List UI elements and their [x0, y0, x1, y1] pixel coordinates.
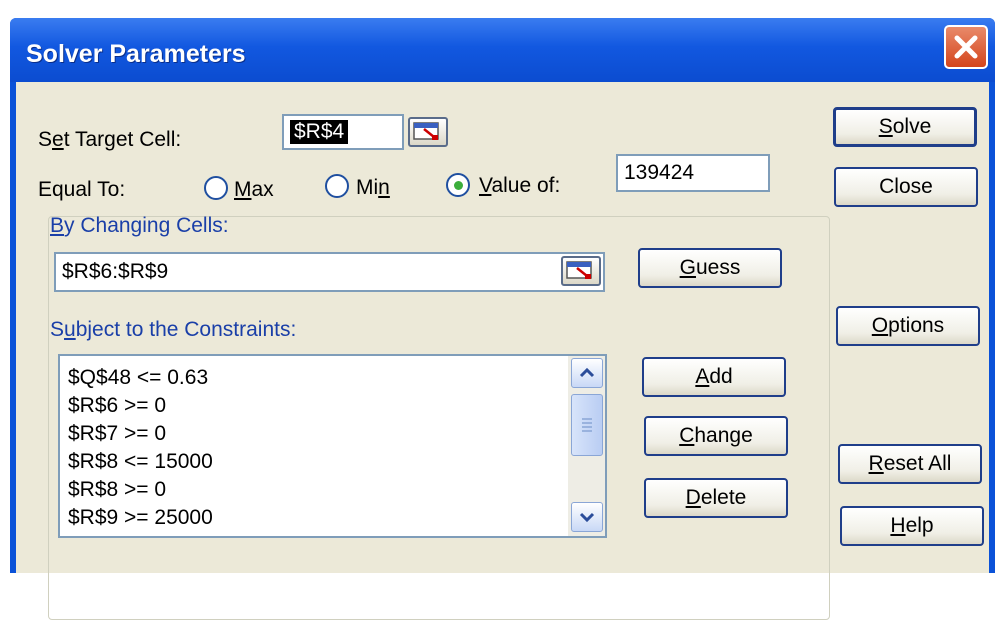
list-item[interactable]: $Q$48 <= 0.63 — [68, 366, 208, 390]
range-select-icon — [413, 122, 439, 140]
list-item[interactable]: $R$8 <= 15000 — [68, 450, 213, 474]
min-radio[interactable] — [325, 174, 349, 198]
list-item[interactable]: $R$8 >= 0 — [68, 478, 166, 502]
delete-button[interactable]: Delete — [644, 478, 788, 518]
by-changing-cells-label: By Changing Cells: — [50, 214, 229, 237]
max-radio[interactable] — [204, 176, 228, 200]
value-of-input[interactable]: 139424 — [616, 154, 770, 192]
set-target-cell-label: Set Target Cell: — [38, 128, 182, 151]
chevron-up-icon — [579, 367, 595, 378]
scroll-down-button[interactable] — [571, 502, 603, 532]
equal-to-label: Equal To: — [38, 178, 126, 201]
list-item[interactable]: $R$9 >= 25000 — [68, 506, 213, 530]
help-button[interactable]: Help — [840, 506, 984, 546]
options-button[interactable]: Options — [836, 306, 980, 346]
chevron-down-icon — [579, 512, 595, 523]
dialog-body: Set Target Cell: $R$4 Equal To: Max Min … — [16, 82, 989, 620]
list-item[interactable]: $R$6 >= 0 — [68, 394, 166, 418]
title-bar[interactable]: Solver Parameters — [10, 18, 995, 82]
grip-icon — [582, 418, 592, 432]
value-of-radio-label[interactable]: Value of: — [479, 174, 560, 198]
changing-cells-ref-button[interactable] — [561, 256, 601, 286]
window-title: Solver Parameters — [26, 40, 246, 68]
target-cell-ref-button[interactable] — [408, 117, 448, 147]
radio-selected-dot — [454, 181, 463, 190]
close-window-button[interactable] — [944, 25, 988, 69]
constraints-scrollbar[interactable] — [568, 356, 605, 536]
scroll-up-button[interactable] — [571, 358, 603, 388]
list-item[interactable]: $R$7 >= 0 — [68, 422, 166, 446]
guess-button[interactable]: Guess — [638, 248, 782, 288]
scroll-thumb[interactable] — [571, 394, 603, 456]
target-cell-input[interactable]: $R$4 — [282, 114, 404, 150]
solve-button[interactable]: Solve — [833, 107, 977, 147]
constraints-label: Subject to the Constraints: — [50, 318, 297, 341]
change-button[interactable]: Change — [644, 416, 788, 456]
value-of-radio[interactable] — [446, 173, 470, 197]
reset-all-button[interactable]: Reset All — [838, 444, 982, 484]
add-button[interactable]: Add — [642, 357, 786, 397]
constraints-list[interactable]: $Q$48 <= 0.63 $R$6 >= 0 $R$7 >= 0 $R$8 <… — [58, 354, 607, 538]
max-radio-label[interactable]: Max — [234, 178, 274, 202]
close-button[interactable]: Close — [834, 167, 978, 207]
changing-cells-input[interactable]: $R$6:$R$9 — [54, 252, 605, 292]
solver-parameters-dialog: Solver Parameters Set Target Cell: $R$4 … — [10, 18, 995, 620]
close-icon — [954, 35, 978, 59]
min-radio-label[interactable]: Min — [356, 176, 390, 200]
range-select-icon — [566, 261, 592, 279]
